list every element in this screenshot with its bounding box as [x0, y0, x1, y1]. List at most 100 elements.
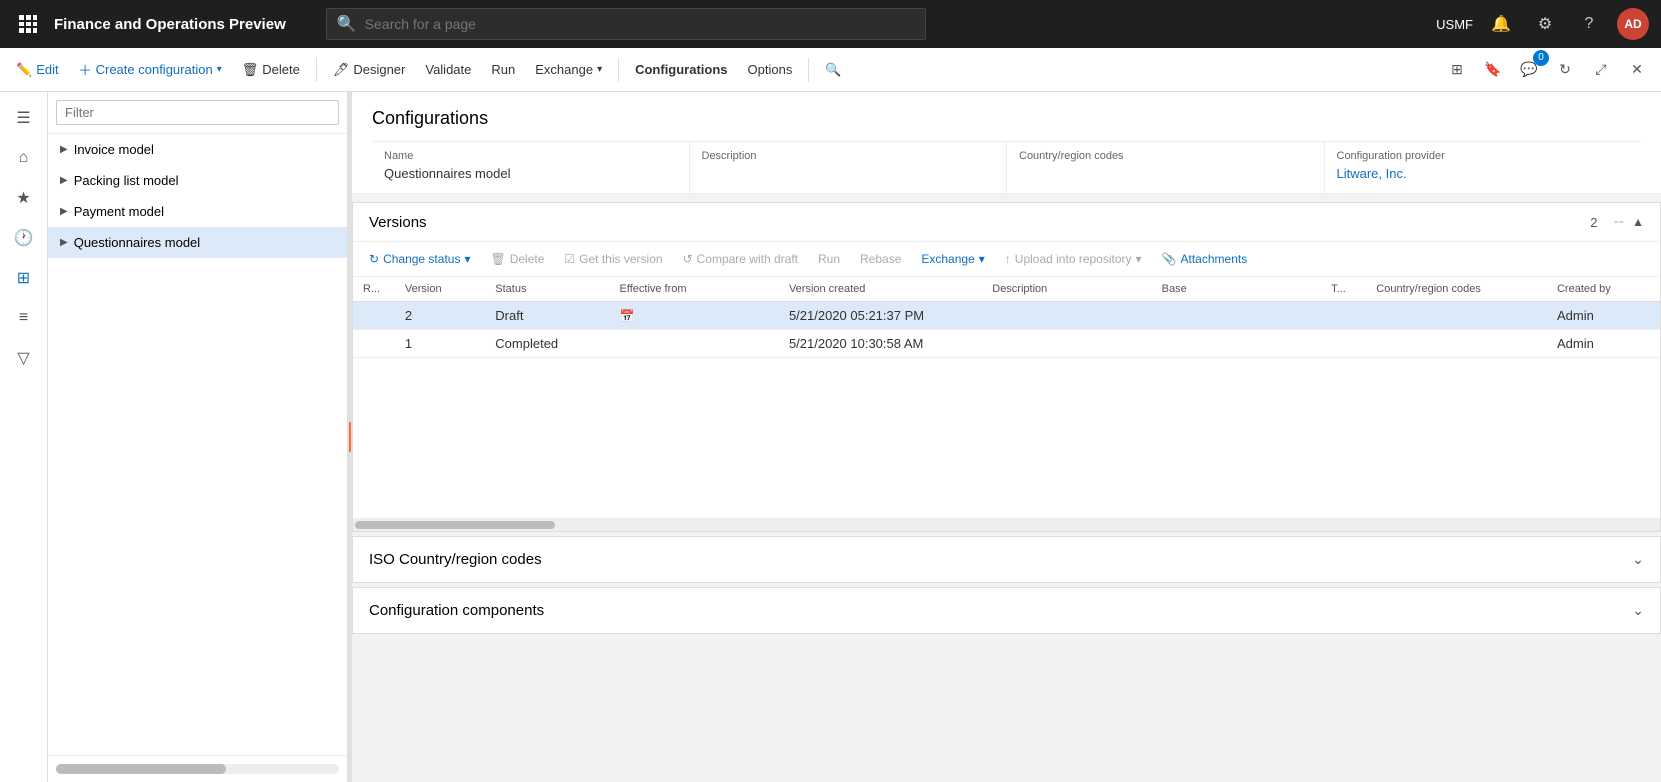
scrollbar-thumb[interactable] — [355, 521, 555, 529]
settings-gear-icon[interactable]: ⚙ — [1529, 8, 1561, 40]
col-header-status: Status — [485, 277, 609, 302]
upload-icon: ↑ — [1005, 252, 1011, 266]
main-content-inner: Configurations Name Questionnaires model… — [352, 92, 1661, 650]
components-chevron-icon[interactable]: ⌄ — [1632, 602, 1644, 619]
options-button[interactable]: Options — [740, 58, 801, 81]
components-section-header[interactable]: Configuration components ⌄ — [353, 588, 1660, 633]
refresh-icon[interactable]: ↻ — [1549, 54, 1581, 86]
calendar-icon[interactable]: 📅 — [620, 309, 635, 323]
chevron-down-icon: ▾ — [217, 64, 222, 75]
expand-arrow-icon: ▶ — [60, 144, 68, 155]
separator-2 — [618, 58, 619, 82]
section-collapse-icon[interactable]: ▲ — [1632, 215, 1644, 229]
table-row[interactable]: 2 Draft 📅 5/21/2020 05:21:37 PM — [353, 302, 1660, 330]
run-versions-button[interactable]: Run — [810, 248, 848, 270]
config-fields: Name Questionnaires model Description Co… — [372, 141, 1641, 193]
trash-icon: 🗑 — [242, 62, 259, 78]
menu-toggle-icon[interactable]: ☰ — [6, 100, 42, 136]
cell-base — [1152, 330, 1321, 358]
avatar[interactable]: AD — [1617, 8, 1649, 40]
attachments-button[interactable]: 📎 Attachments — [1154, 248, 1256, 270]
cell-version-created: 5/21/2020 05:21:37 PM — [779, 302, 982, 330]
cell-t — [1321, 302, 1366, 330]
col-header-base: Base — [1152, 277, 1321, 302]
sidebar-item-label: Packing list model — [74, 173, 179, 188]
close-icon[interactable]: ✕ — [1621, 54, 1653, 86]
components-section[interactable]: Configuration components ⌄ — [352, 587, 1661, 634]
config-header: Configurations Name Questionnaires model… — [352, 92, 1661, 194]
toolbar-right: ⊞ 🔖 💬 0 ↻ ⤢ ✕ — [1441, 54, 1653, 86]
get-this-version-button[interactable]: ☑ Get this version — [556, 248, 670, 270]
description-field: Description — [690, 142, 1008, 193]
col-header-createdby: Created by — [1547, 277, 1660, 302]
separator-1 — [316, 58, 317, 82]
sidebar-item-packing[interactable]: ▶ Packing list model — [48, 165, 347, 196]
cell-version: 2 — [395, 302, 485, 330]
designer-icon: 🖊 — [333, 62, 350, 78]
empty-space — [353, 358, 1660, 518]
home-icon[interactable]: ⌂ — [6, 140, 42, 176]
validate-button[interactable]: Validate — [417, 58, 479, 81]
sidebar-item-questionnaires[interactable]: ▶ Questionnaires model — [48, 227, 347, 258]
search-bar[interactable]: 🔍 — [326, 8, 926, 40]
name-field: Name Questionnaires model — [372, 142, 690, 193]
filter-icon[interactable]: ▽ — [6, 340, 42, 376]
popout-icon[interactable]: ⤢ — [1585, 54, 1617, 86]
notification-bell-icon[interactable]: 🔔 — [1485, 8, 1517, 40]
sidebar-item-payment[interactable]: ▶ Payment model — [48, 196, 347, 227]
app-title: Finance and Operations Preview — [54, 16, 286, 33]
versions-delete-button[interactable]: 🗑 Delete — [482, 248, 552, 270]
main-content: Configurations Name Questionnaires model… — [352, 92, 1661, 782]
edit-button[interactable]: ✏️ Edit — [8, 58, 67, 82]
sidebar-filter — [48, 92, 347, 134]
name-value: Questionnaires model — [384, 166, 677, 181]
versions-section-header[interactable]: Versions 2 -- ▲ — [353, 203, 1660, 242]
resize-handle[interactable] — [348, 92, 352, 782]
versions-table-scroll: R... Version Status Effective from Versi… — [353, 277, 1660, 519]
rebase-button[interactable]: Rebase — [852, 248, 909, 270]
iso-chevron-icon[interactable]: ⌄ — [1632, 551, 1644, 568]
clock-icon[interactable]: 🕐 — [6, 220, 42, 256]
help-question-icon[interactable]: ? — [1573, 8, 1605, 40]
configurations-button[interactable]: Configurations — [627, 58, 735, 81]
get-version-icon: ☑ — [564, 252, 575, 266]
versions-header-row: R... Version Status Effective from Versi… — [353, 277, 1660, 302]
versions-thead: R... Version Status Effective from Versi… — [353, 277, 1660, 302]
layout-icon[interactable]: ⊞ — [1441, 54, 1473, 86]
change-status-button[interactable]: ↻ Change status ▾ — [361, 248, 478, 270]
col-header-version: Version — [395, 277, 485, 302]
run-button[interactable]: Run — [483, 58, 523, 81]
sidebar-list: ▶ Invoice model ▶ Packing list model ▶ P… — [48, 134, 347, 755]
list-icon[interactable]: ≡ — [6, 300, 42, 336]
search-toolbar-icon[interactable]: 🔍 — [817, 58, 849, 82]
delete-button[interactable]: 🗑 Delete — [234, 58, 308, 82]
iso-section-header[interactable]: ISO Country/region codes ⌄ — [353, 537, 1660, 582]
user-code: USMF — [1436, 17, 1473, 32]
sidebar-item-invoice[interactable]: ▶ Invoice model — [48, 134, 347, 165]
bookmark-icon[interactable]: 🔖 — [1477, 54, 1509, 86]
star-icon[interactable]: ★ — [6, 180, 42, 216]
cell-country — [1366, 330, 1547, 358]
designer-button[interactable]: 🖊 Designer — [325, 58, 414, 82]
iso-section[interactable]: ISO Country/region codes ⌄ — [352, 536, 1661, 583]
col-header-r: R... — [353, 277, 395, 302]
change-status-chevron: ▾ — [464, 252, 470, 266]
waffle-menu[interactable] — [12, 8, 44, 40]
cell-version: 1 — [395, 330, 485, 358]
compare-with-draft-button[interactable]: ↺ Compare with draft — [675, 248, 806, 270]
country-field: Country/region codes — [1007, 142, 1325, 193]
search-input[interactable] — [365, 16, 915, 32]
filter-input[interactable] — [56, 100, 339, 125]
exchange-button[interactable]: Exchange ▾ — [527, 58, 610, 81]
cell-description — [982, 330, 1151, 358]
cell-r — [353, 302, 395, 330]
create-configuration-button[interactable]: ＋ Create configuration ▾ — [71, 56, 230, 83]
table-row[interactable]: 1 Completed 5/21/2020 10:30:58 AM Admin — [353, 330, 1660, 358]
grid-icon[interactable]: ⊞ — [6, 260, 42, 296]
provider-field: Configuration provider Litware, Inc. — [1325, 142, 1642, 193]
message-badge: 0 — [1533, 50, 1549, 66]
horizontal-scrollbar[interactable] — [353, 519, 1660, 531]
exchange-versions-button[interactable]: Exchange ▾ — [913, 248, 992, 270]
upload-into-repository-button[interactable]: ↑ Upload into repository ▾ — [997, 248, 1150, 270]
provider-value[interactable]: Litware, Inc. — [1337, 166, 1630, 181]
